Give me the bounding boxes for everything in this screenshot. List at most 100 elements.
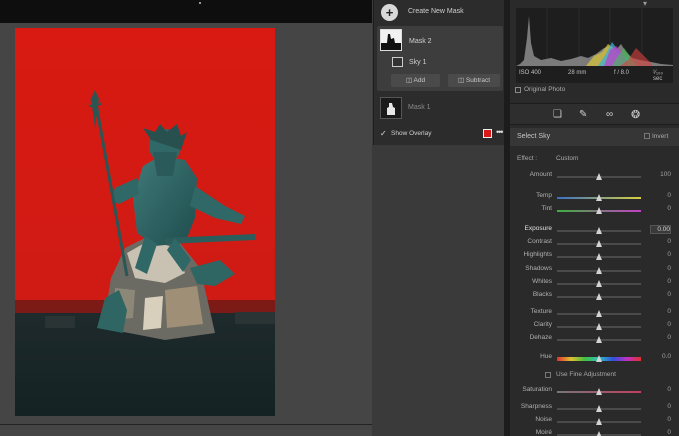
slider-value-tint[interactable]: 0 — [650, 205, 671, 212]
slider-row-whites[interactable]: Whites 0 — [510, 278, 679, 290]
slider-value-whites[interactable]: 0 — [650, 278, 671, 285]
slider-label-texture: Texture — [530, 308, 552, 315]
slider-label-clarity: Clarity — [533, 321, 552, 328]
mask-2-thumbnail[interactable] — [380, 29, 402, 51]
slider-label-highlights: Highlights — [523, 251, 552, 258]
slider-value-highlights[interactable]: 0 — [650, 251, 671, 258]
fine-adjustment-row[interactable]: Use Fine Adjustment — [510, 371, 679, 383]
fine-adjustment-checkbox[interactable] — [545, 372, 551, 378]
slider-row-blacks[interactable]: Blacks 0 — [510, 291, 679, 303]
iso-value: ISO 400 — [519, 70, 542, 76]
photo-canvas[interactable] — [0, 0, 372, 436]
slider-value-hue[interactable]: 0.0 — [650, 353, 671, 360]
slider-row-temp[interactable]: Temp 0 — [510, 192, 679, 204]
slider-row-shadows[interactable]: Shadows 0 — [510, 265, 679, 277]
slider-value-noise[interactable]: 0 — [650, 416, 671, 423]
slider-thumb-exposure[interactable] — [595, 227, 602, 234]
select-sky-label[interactable]: Select Sky — [517, 133, 550, 140]
slider-thumb-saturation[interactable] — [595, 388, 602, 395]
slider-value-moir[interactable]: 0 — [650, 429, 671, 436]
original-photo-checkbox[interactable] — [515, 87, 521, 93]
slider-value-shadows[interactable]: 0 — [650, 265, 671, 272]
sky-icon — [392, 57, 403, 67]
photo-preview[interactable] — [15, 28, 275, 416]
healing-brush-icon[interactable]: ✎ — [579, 109, 587, 120]
slider-label-moir: Moiré — [535, 429, 552, 436]
slider-thumb-tint[interactable] — [595, 207, 602, 214]
mask-1-label[interactable]: Mask 1 — [408, 104, 431, 111]
create-new-mask-row[interactable]: + Create New Mask — [374, 0, 505, 23]
develop-panel: ▾ ISO 400 28 mm f / 8.0 ¹⁄₁₀₀ sec Origin… — [510, 0, 679, 436]
slider-value-texture[interactable]: 0 — [650, 308, 671, 315]
slider-row-contrast[interactable]: Contrast 0 — [510, 238, 679, 250]
slider-thumb-noise[interactable] — [595, 418, 602, 425]
slider-value-dehaze[interactable]: 0 — [650, 334, 671, 341]
slider-row-saturation[interactable]: Saturation 0 — [510, 386, 679, 398]
focal-length-value: 28 mm — [568, 70, 587, 76]
slider-row-hue[interactable]: Hue 0.0 — [510, 353, 679, 365]
subtract-button[interactable]: ◫ Subtract — [448, 74, 500, 87]
slider-thumb-texture[interactable] — [595, 310, 602, 317]
histogram-menu-icon[interactable]: ▾ — [643, 0, 647, 8]
invert-label[interactable]: Invert — [652, 133, 668, 140]
slider-label-blacks: Blacks — [532, 291, 552, 298]
slider-row-moir[interactable]: Moiré 0 — [510, 429, 679, 436]
invert-checkbox[interactable] — [644, 133, 650, 139]
slider-value-contrast[interactable]: 0 — [650, 238, 671, 245]
slider-row-exposure[interactable]: Exposure 0.00 — [510, 225, 679, 237]
slider-thumb-dehaze[interactable] — [595, 336, 602, 343]
slider-thumb-temp[interactable] — [595, 194, 602, 201]
slider-value-saturation[interactable]: 0 — [650, 386, 671, 393]
slider-value-amount[interactable]: 100 — [650, 171, 671, 178]
mask-1-thumbnail[interactable] — [380, 97, 402, 119]
shutter-value: ¹⁄₁₀₀ sec — [653, 70, 664, 82]
create-new-mask-label[interactable]: Create New Mask — [408, 8, 464, 15]
slider-row-noise[interactable]: Noise 0 — [510, 416, 679, 428]
masking-tools-row: ❏ ✎ ∞ ❂ — [510, 103, 679, 125]
crop-overlay-icon[interactable]: ❏ — [553, 109, 562, 120]
slider-thumb-sharpness[interactable] — [595, 405, 602, 412]
slider-row-dehaze[interactable]: Dehaze 0 — [510, 334, 679, 346]
slider-value-blacks[interactable]: 0 — [650, 291, 671, 298]
mask-2-group[interactable]: Mask 2 Sky 1 ◫ Add ◫ Subtract — [377, 26, 503, 91]
add-button[interactable]: ◫ Add — [391, 74, 440, 87]
mask-header-row[interactable]: Select Sky Invert — [510, 128, 679, 146]
sky-1-label[interactable]: Sky 1 — [409, 59, 427, 66]
slider-thumb-whites[interactable] — [595, 280, 602, 287]
add-button-label: Add — [413, 77, 426, 84]
slider-value-sharpness[interactable]: 0 — [650, 403, 671, 410]
show-overlay-row[interactable]: ✓ Show Overlay ••• — [378, 127, 504, 140]
show-overlay-label[interactable]: Show Overlay — [391, 130, 431, 137]
fine-adjustment-label[interactable]: Use Fine Adjustment — [556, 371, 616, 378]
slider-thumb-highlights[interactable] — [595, 253, 602, 260]
overlay-color-swatch[interactable] — [483, 129, 492, 138]
slider-thumb-shadows[interactable] — [595, 267, 602, 274]
slider-row-sharpness[interactable]: Sharpness 0 — [510, 403, 679, 415]
slider-thumb-contrast[interactable] — [595, 240, 602, 247]
more-options-icon[interactable]: ••• — [496, 127, 504, 137]
slider-label-hue: Hue — [540, 353, 552, 360]
masking-icon[interactable]: ❂ — [631, 108, 640, 121]
plus-icon[interactable]: + — [381, 4, 398, 21]
slider-thumb-clarity[interactable] — [595, 323, 602, 330]
slider-value-exposure[interactable]: 0.00 — [650, 225, 671, 234]
slider-value-temp[interactable]: 0 — [650, 192, 671, 199]
effect-preset-dropdown[interactable]: Custom — [556, 155, 578, 162]
slider-thumb-amount[interactable] — [595, 173, 602, 180]
slider-row-tint[interactable]: Tint 0 — [510, 205, 679, 217]
mask-2-label[interactable]: Mask 2 — [409, 38, 432, 45]
checkmark-icon[interactable]: ✓ — [380, 129, 387, 138]
histogram: ISO 400 28 mm f / 8.0 ¹⁄₁₀₀ sec — [516, 8, 673, 83]
slider-thumb-moir[interactable] — [595, 431, 602, 436]
slider-row-texture[interactable]: Texture 0 — [510, 308, 679, 320]
slider-value-clarity[interactable]: 0 — [650, 321, 671, 328]
slider-row-amount[interactable]: Amount 100 — [510, 171, 679, 183]
effect-label: Effect : — [517, 155, 538, 162]
slider-label-noise: Noise — [535, 416, 552, 423]
original-photo-label[interactable]: Original Photo — [524, 86, 565, 93]
slider-row-clarity[interactable]: Clarity 0 — [510, 321, 679, 333]
slider-thumb-blacks[interactable] — [595, 293, 602, 300]
red-eye-icon[interactable]: ∞ — [606, 109, 613, 120]
slider-row-highlights[interactable]: Highlights 0 — [510, 251, 679, 263]
slider-thumb-hue[interactable] — [595, 355, 602, 362]
